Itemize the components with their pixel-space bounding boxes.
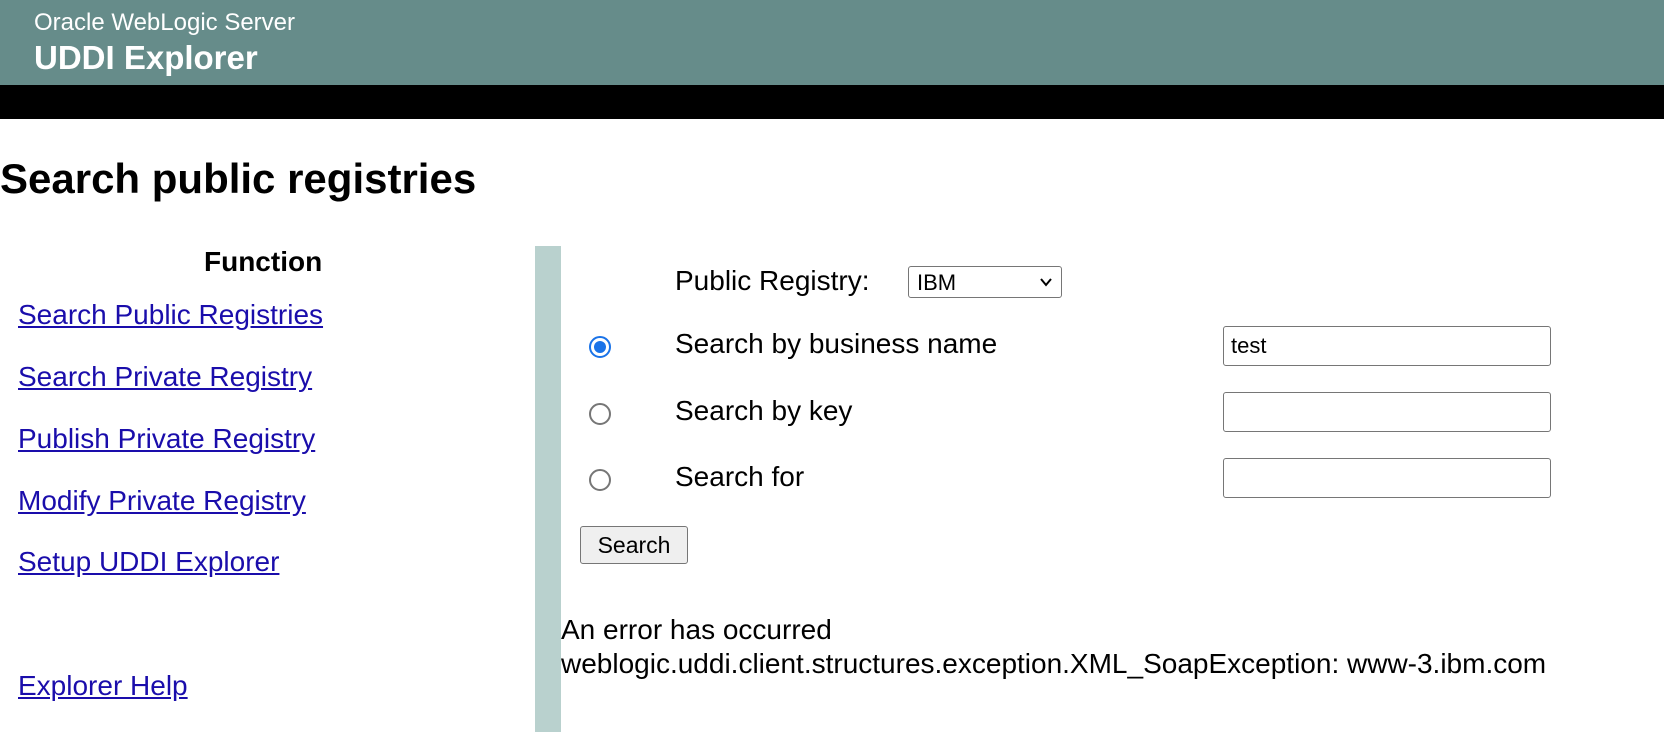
chevron-down-icon [1040,278,1052,287]
error-message: weblogic.uddi.client.structures.exceptio… [561,648,1547,679]
search-for-label: Search for [675,461,805,492]
nav-link-search-private-registry[interactable]: Search Private Registry [18,361,312,393]
radio-business-name[interactable] [589,336,611,358]
public-registry-select[interactable]: IBM [908,266,1062,298]
header-divider-bar [0,85,1664,119]
app-name: UDDI Explorer [34,39,258,76]
public-registry-label: Public Registry: [675,265,870,296]
search-button[interactable]: Search [580,526,688,564]
nav-link-publish-private-registry[interactable]: Publish Private Registry [18,423,315,455]
search-by-business-name-label: Search by business name [675,328,998,359]
key-input[interactable] [1223,392,1551,432]
error-heading: An error has occurred [561,614,832,645]
business-name-input[interactable] [1223,326,1551,366]
radio-search-for[interactable] [589,469,611,491]
app-header: Oracle WebLogic Server UDDI Explorer [0,0,1664,85]
radio-key[interactable] [589,403,611,425]
nav-link-setup-uddi-explorer[interactable]: Setup UDDI Explorer [18,546,279,578]
sidebar-divider [535,246,561,732]
public-registry-selected-value: IBM [917,270,957,295]
sidebar-heading: Function [204,246,323,277]
search-for-input[interactable] [1223,458,1551,498]
nav-link-modify-private-registry[interactable]: Modify Private Registry [18,485,306,517]
nav-link-explorer-help[interactable]: Explorer Help [18,670,188,702]
nav-link-search-public-registries[interactable]: Search Public Registries [18,299,323,331]
page-title: Search public registries [0,155,477,202]
product-name: Oracle WebLogic Server [34,9,295,36]
search-by-key-label: Search by key [675,395,853,426]
